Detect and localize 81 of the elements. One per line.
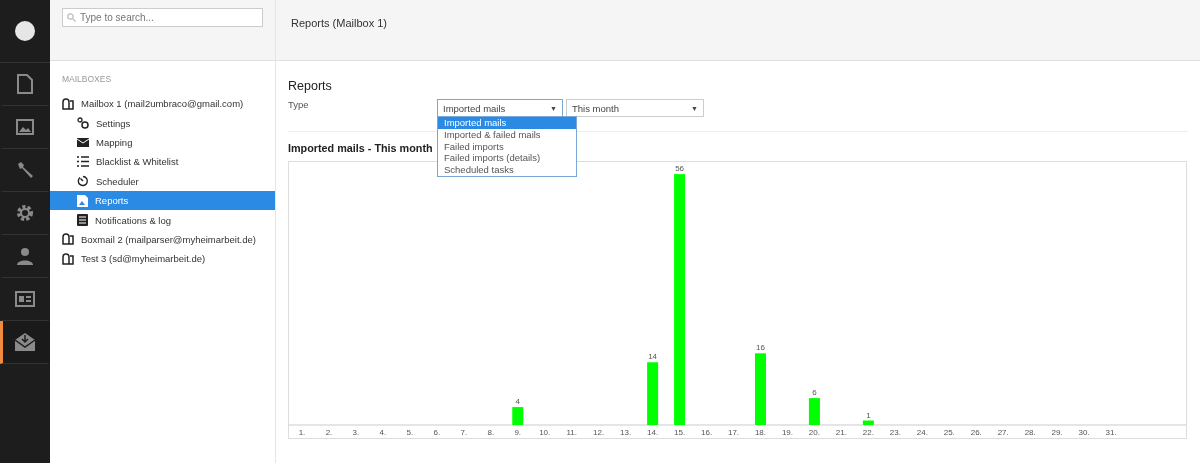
data-label: 6 (812, 388, 817, 398)
axis-label: 10. (539, 428, 551, 437)
report-icon (77, 194, 88, 207)
axis-label: 20. (808, 428, 820, 437)
dropdown-option[interactable]: Imported mails (438, 117, 576, 129)
gear-icon (16, 204, 34, 222)
settings-icon (77, 117, 89, 130)
sidebar-item[interactable]: Notifications & log (50, 210, 275, 230)
envelope-icon (77, 136, 89, 148)
axis-label: 7. (460, 428, 468, 437)
data-label: 14 (648, 352, 658, 362)
axis-label: 22. (862, 428, 874, 437)
mailbox-item[interactable]: Mailbox 1 (mail2umbraco@gmail.com) (50, 94, 275, 114)
axis-label: 12. (593, 428, 605, 437)
axis-label: 1. (298, 428, 306, 437)
axis-label: 9. (514, 428, 522, 437)
axis-label: 25. (943, 428, 955, 437)
axis-label: 6. (433, 428, 441, 437)
data-label: 4 (515, 397, 520, 407)
bar (512, 407, 524, 425)
list-icon (77, 156, 89, 168)
sidebar-item[interactable]: Scheduler (50, 171, 275, 191)
wrench-icon (16, 161, 34, 179)
page-title: Reports (Mailbox 1) (291, 17, 387, 29)
mailbox-item[interactable]: Test 3 (sd@myheimarbeit.de) (50, 249, 275, 269)
user-icon (16, 247, 34, 265)
data-label: 56 (675, 164, 685, 174)
log-icon (77, 214, 88, 227)
axis-label: 16. (701, 428, 713, 437)
bar (647, 362, 659, 425)
axis-label: 13. (620, 428, 632, 437)
axis-label: 21. (835, 428, 847, 437)
sidebar-item[interactable]: Blacklist & Whitelist (50, 152, 275, 172)
mailbox-icon (62, 233, 74, 246)
sidebar-item[interactable]: Mapping (50, 132, 275, 153)
bar (808, 398, 820, 425)
section-heading: MAILBOXES (61, 73, 113, 86)
axis-label: 2. (325, 428, 333, 437)
nav-button[interactable] (0, 321, 50, 364)
document-icon (17, 74, 33, 94)
timer-icon (77, 175, 89, 188)
axis-label: 14. (647, 428, 659, 437)
id-card-icon (15, 291, 35, 307)
search-field[interactable]: Type to search... (62, 8, 263, 27)
axis-label: 30. (1078, 428, 1090, 437)
axis-label: 28. (1024, 428, 1036, 437)
axis-label: 11. (566, 428, 577, 437)
axis-label: 29. (1051, 428, 1063, 437)
dropdown-option[interactable]: Imported & failed mails (438, 128, 576, 141)
axis-label: 4. (379, 428, 387, 437)
axis-label: 3. (352, 428, 360, 437)
axis-label: 17. (727, 428, 740, 437)
axis-label: 19. (781, 428, 793, 437)
axis-label: 18. (754, 428, 767, 437)
image-icon (16, 119, 34, 135)
axis-label: 24. (916, 428, 928, 437)
dropdown-option[interactable]: Failed imports (438, 140, 576, 153)
mailbox-icon (62, 252, 74, 265)
type-label: Type (288, 99, 310, 110)
dropdown-option[interactable]: Scheduled tasks (438, 164, 576, 176)
mail-download-icon (14, 332, 36, 352)
sidebar-item[interactable]: Reports (50, 190, 275, 211)
avatar[interactable] (15, 21, 35, 41)
chart-title: Imported mails - This month (288, 142, 433, 154)
axis-label: 27. (997, 428, 1009, 437)
bar (755, 353, 766, 425)
section-title: Reports (288, 79, 333, 93)
axis-label: 5. (406, 428, 414, 437)
data-label: 16 (756, 343, 765, 353)
axis-label: 8. (487, 428, 495, 437)
data-label: 1 (866, 410, 871, 420)
axis-label: 23. (889, 428, 901, 437)
bar (862, 420, 874, 425)
axis-label: 26. (970, 428, 982, 437)
sidebar-item[interactable]: Settings (50, 113, 275, 133)
search-icon (67, 13, 76, 22)
axis-label: 31. (1105, 428, 1117, 437)
mailbox-item[interactable]: Boxmail 2 (mailparser@myheimarbeit.de) (50, 229, 275, 250)
axis-label: 15. (674, 428, 686, 437)
dropdown-option[interactable]: Failed imports (details) (438, 152, 576, 165)
mailbox-icon (62, 97, 74, 110)
